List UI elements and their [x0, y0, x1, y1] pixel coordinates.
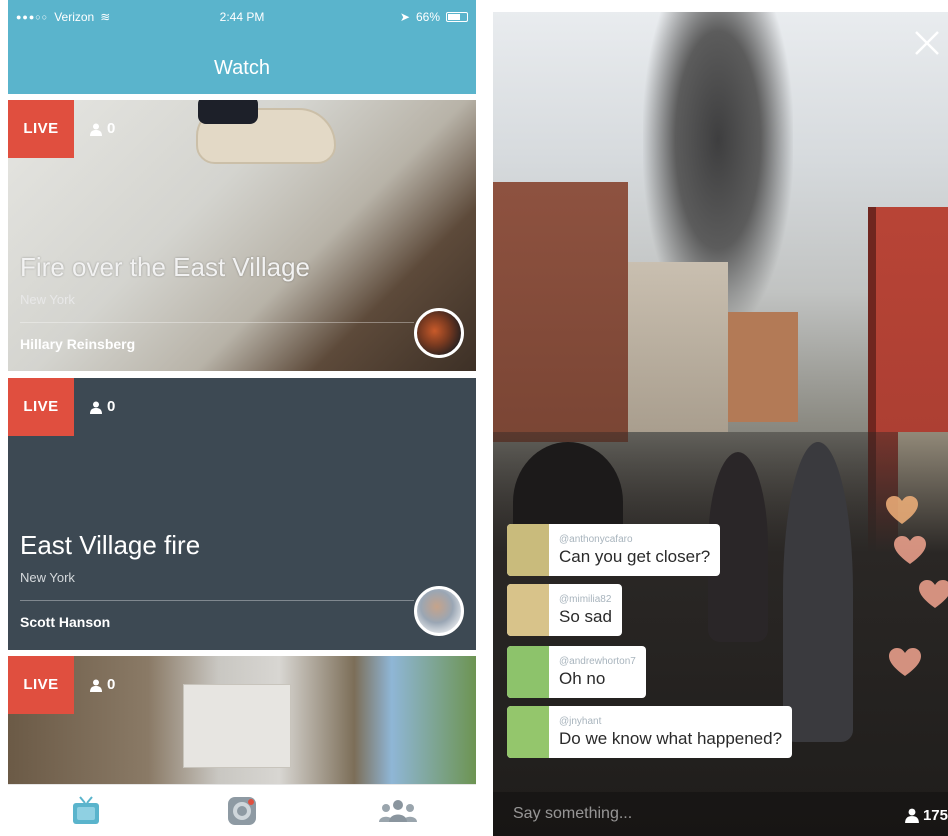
viewer-count: 0	[90, 378, 115, 436]
location-icon: ➤	[399, 10, 410, 24]
close-button[interactable]	[912, 28, 942, 58]
broadcast-card[interactable]: LIVE 0 Fire over the East Village New Yo…	[8, 100, 476, 371]
camera-broadcast-icon	[228, 797, 256, 825]
viewer-number: 0	[107, 120, 116, 137]
live-badge: LIVE	[8, 378, 74, 436]
tab-broadcast[interactable]	[212, 793, 272, 829]
avatar[interactable]	[414, 586, 464, 636]
video-building	[493, 182, 628, 442]
comment-message: Oh no	[559, 668, 606, 688]
nav-title: Watch	[8, 42, 476, 94]
broadcaster-name[interactable]: Scott Hanson	[20, 614, 110, 630]
broadcast-location: New York	[20, 292, 75, 307]
card-thumbnail	[183, 684, 291, 768]
comment-avatar[interactable]	[507, 706, 549, 758]
broadcast-location: New York	[20, 570, 75, 585]
person-icon	[90, 679, 102, 692]
person-icon	[90, 401, 102, 414]
viewer-number: 0	[107, 398, 116, 415]
chat-comment: @mimilia82 So sad	[507, 584, 622, 636]
comment-username: @jnyhant	[559, 715, 602, 727]
comment-avatar[interactable]	[507, 584, 549, 636]
viewer-number: 175	[922, 807, 948, 824]
live-badge: LIVE	[8, 656, 74, 714]
battery-icon	[446, 12, 468, 22]
comment-message: Do we know what happened?	[559, 728, 783, 748]
tab-watch[interactable]	[56, 793, 116, 829]
person-icon	[905, 808, 919, 823]
comment-avatar[interactable]	[507, 524, 549, 576]
tab-people[interactable]	[368, 793, 428, 829]
broadcast-title: East Village fire	[20, 530, 201, 560]
comment-input-bar: 175	[493, 792, 948, 836]
heart-icon	[894, 536, 926, 564]
person-icon	[90, 123, 102, 136]
live-broadcast-view: @anthonycafaro Can you get closer? @mimi…	[493, 12, 948, 836]
video-building	[628, 262, 728, 432]
close-icon	[915, 31, 939, 55]
heart-icon	[889, 648, 921, 676]
heart-icon	[919, 580, 948, 608]
viewer-number: 0	[107, 676, 116, 693]
heart-icon	[886, 496, 918, 524]
viewer-count: 0	[90, 656, 115, 714]
broadcaster-name[interactable]: Hillary Reinsberg	[20, 336, 135, 352]
divider	[20, 322, 414, 323]
card-thumbnail	[196, 100, 336, 164]
tab-bar	[8, 784, 476, 836]
comment-body: @mimilia82 So sad	[559, 594, 612, 627]
comment-username: @andrewhorton7	[559, 655, 636, 667]
status-right: ➤ 66%	[400, 10, 468, 24]
divider	[20, 600, 414, 601]
say-something-input[interactable]	[513, 802, 833, 826]
broadcast-title: Fire over the East Village	[20, 252, 310, 282]
chat-comment: @andrewhorton7 Oh no	[507, 646, 646, 698]
tv-icon	[73, 796, 99, 824]
avatar[interactable]	[414, 308, 464, 358]
comment-message: Can you get closer?	[559, 546, 711, 566]
video-building	[728, 312, 798, 422]
comment-avatar[interactable]	[507, 646, 549, 698]
broadcast-card[interactable]: LIVE 0 East Village fire New York Scott …	[8, 378, 476, 650]
video-person	[783, 442, 853, 742]
comment-username: @mimilia82	[559, 593, 612, 605]
viewer-count: 0	[90, 100, 115, 158]
comment-body: @andrewhorton7 Oh no	[559, 656, 636, 689]
live-badge: LIVE	[8, 100, 74, 158]
comment-body: @jnyhant Do we know what happened?	[559, 716, 782, 749]
live-viewer-count: 175	[905, 807, 948, 824]
battery-label: 66%	[415, 10, 440, 24]
chat-comment: @anthonycafaro Can you get closer?	[507, 524, 721, 576]
watch-screen: ●●●○○ Verizon ≋ 2:44 PM ➤ 66% Watch LIVE…	[8, 0, 476, 836]
broadcast-card[interactable]: LIVE 0	[8, 656, 476, 784]
status-bar: ●●●○○ Verizon ≋ 2:44 PM ➤ 66%	[8, 0, 476, 42]
comment-body: @anthonycafaro Can you get closer?	[559, 534, 710, 567]
people-icon	[379, 800, 417, 822]
chat-comment: @jnyhant Do we know what happened?	[507, 706, 793, 758]
comment-username: @anthonycafaro	[559, 533, 633, 545]
comment-message: So sad	[559, 606, 612, 626]
